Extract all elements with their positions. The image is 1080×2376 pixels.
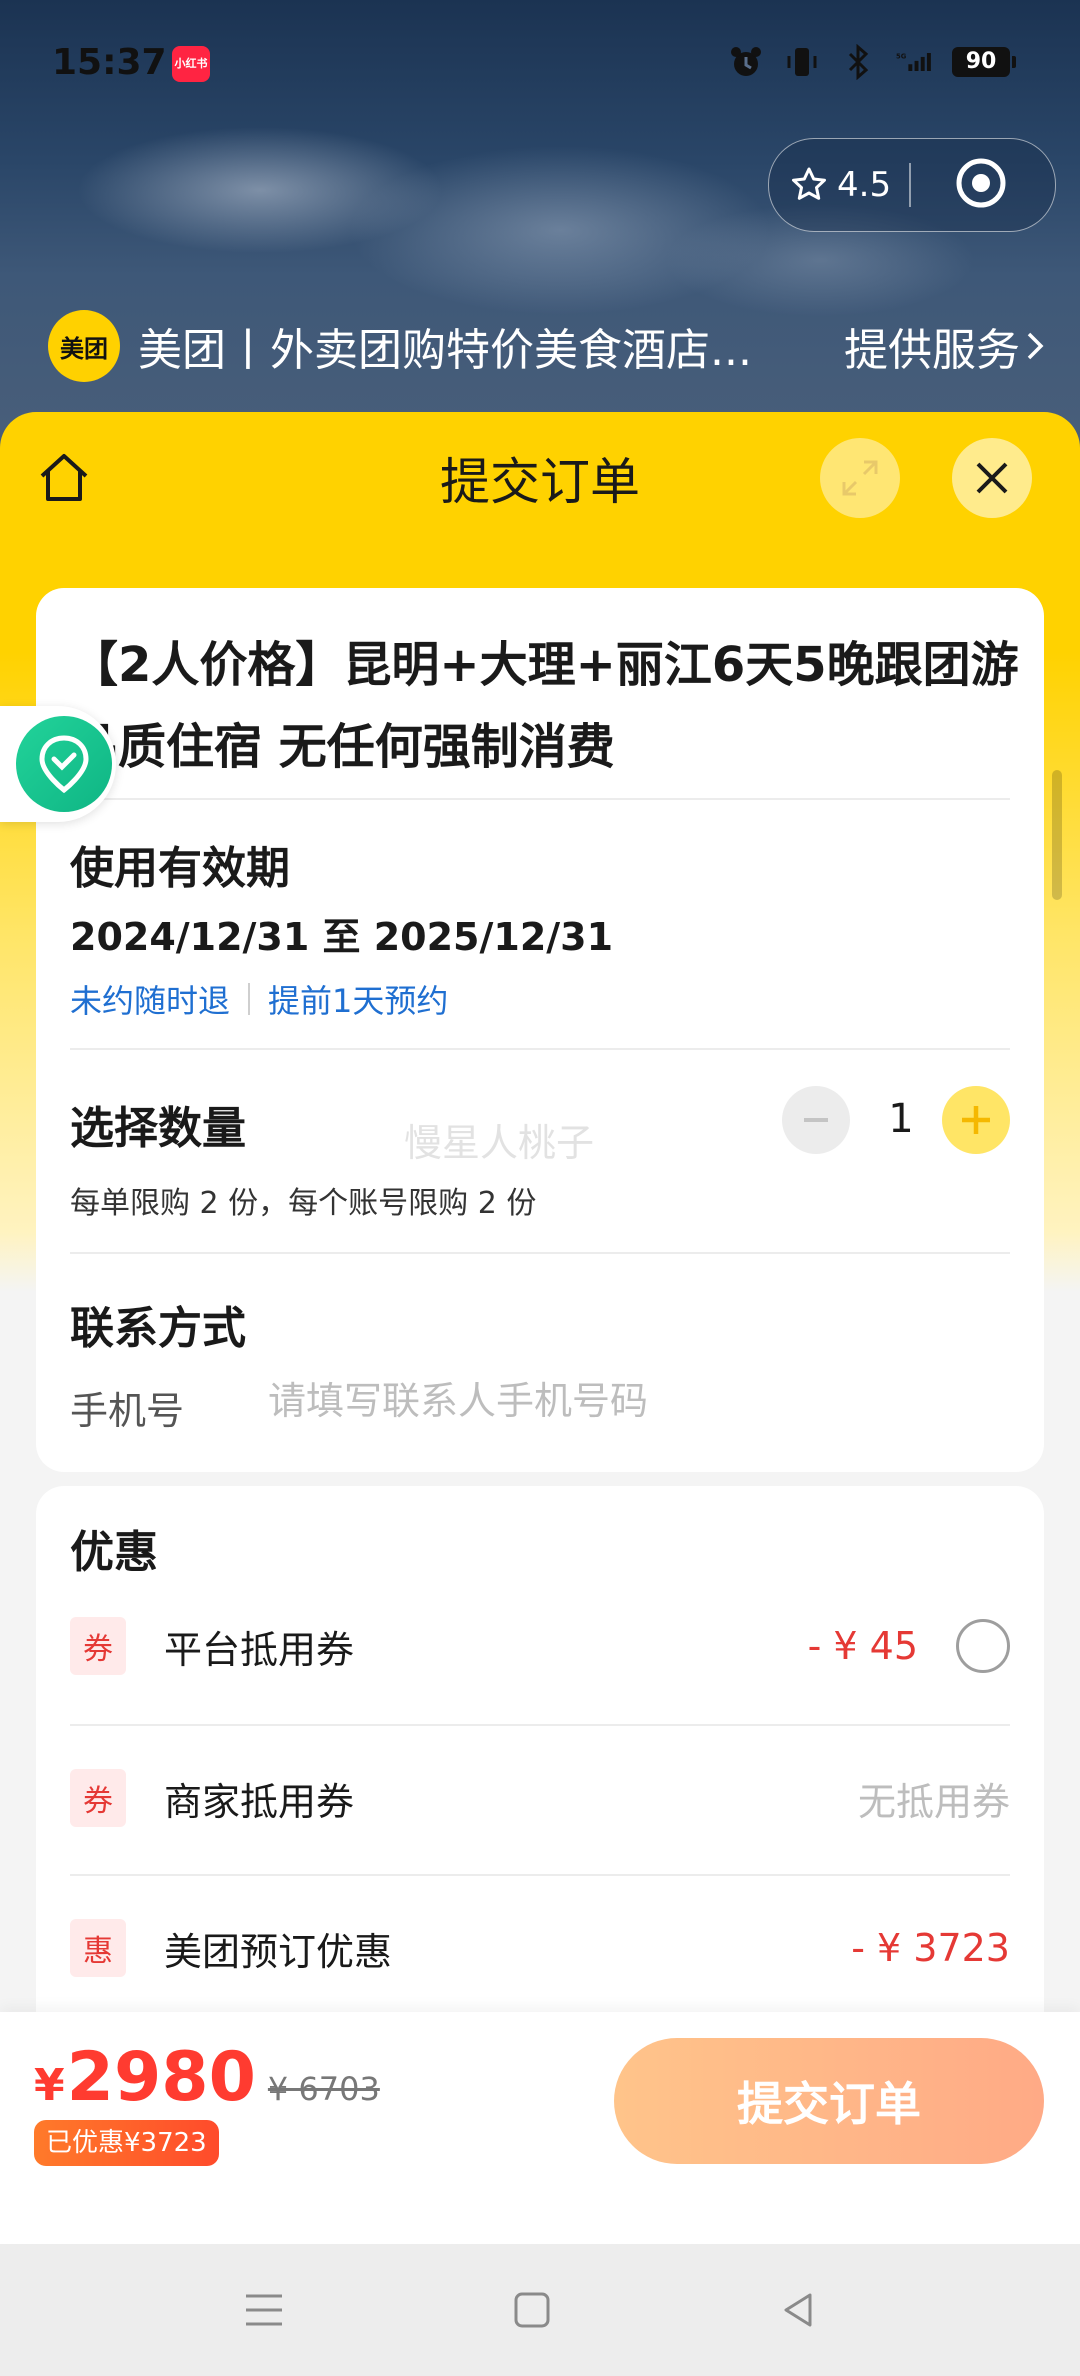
signal-5g-icon: 5G — [896, 44, 932, 80]
contact-heading: 联系方式 — [70, 1303, 246, 1354]
validity-dates: 2024/12/31 至 2025/12/31 — [70, 915, 614, 959]
price-amount: 2980 — [66, 2038, 256, 2117]
home-nav-button[interactable] — [504, 2284, 560, 2336]
sheet-header: 提交订单 — [0, 412, 1080, 552]
discount-tag: 惠 — [70, 1919, 126, 1977]
star-icon — [792, 167, 826, 200]
status-time: 15:37 — [52, 42, 167, 83]
menu-nav-button[interactable] — [236, 2284, 292, 2336]
currency-symbol: ¥ — [34, 2060, 65, 2111]
total-price: ¥ 2980 ¥ 6703 — [34, 2038, 380, 2117]
chevron-right-icon — [1027, 332, 1044, 360]
alarm-icon — [728, 44, 764, 80]
close-icon — [976, 462, 1008, 494]
expand-icon — [842, 460, 878, 496]
vibrate-icon — [784, 44, 820, 80]
booking-discount-label: 美团预订优惠 — [164, 1929, 393, 1974]
divider — [70, 798, 1010, 800]
close-mini-program-button[interactable] — [953, 155, 1009, 215]
platform-coupon-radio[interactable] — [956, 1619, 1010, 1673]
phone-label: 手机号 — [70, 1389, 185, 1433]
divider — [70, 1874, 1010, 1876]
meituan-logo: 美团 — [48, 310, 120, 382]
close-button[interactable] — [952, 438, 1032, 518]
capsule-divider — [909, 163, 912, 207]
back-nav-button[interactable] — [770, 2284, 826, 2336]
system-nav-bar — [0, 2244, 1080, 2376]
sheet-title: 提交订单 — [440, 453, 640, 511]
back-triangle-icon — [784, 2293, 812, 2327]
service-title: 美团丨外卖团购特价美食酒店... — [138, 325, 752, 376]
original-price: ¥ 6703 — [267, 2070, 380, 2108]
square-icon — [514, 2292, 550, 2328]
merchant-coupon-label: 商家抵用券 — [164, 1779, 355, 1824]
submit-order-button[interactable]: 提交订单 — [614, 2038, 1044, 2164]
menu-icon — [246, 2294, 282, 2326]
divider — [70, 1048, 1010, 1050]
xiaohongshu-app-icon: 小红书 — [172, 46, 210, 82]
battery-icon: 90 — [952, 47, 1016, 77]
bluetooth-icon — [840, 44, 876, 80]
platform-coupon-value: - ¥ 45 — [807, 1624, 918, 1668]
phone-input[interactable] — [266, 1370, 970, 1432]
order-sheet: 提交订单 【2人价格】昆明+大理+丽江6天5晚跟团游品质住宿 无任何强制消费 使… — [0, 412, 1080, 2242]
saved-badge: 已优惠¥3723 — [34, 2120, 219, 2166]
purchase-limit: 每单限购 2 份，每个账号限购 2 份 — [70, 1186, 537, 1221]
reservation-policy: 提前1天预约 — [268, 982, 449, 1020]
rating-value: 4.5 — [837, 165, 892, 205]
validity-heading: 使用有效期 — [70, 843, 290, 894]
merchant-coupon-value: 无抵用券 — [857, 1779, 1010, 1824]
coupon-tag: 券 — [70, 1617, 126, 1675]
watermark: 慢星人桃子 — [404, 1121, 595, 1165]
floating-assistant-button[interactable] — [0, 706, 116, 822]
plus-icon — [962, 1106, 990, 1134]
product-card: 【2人价格】昆明+大理+丽江6天5晚跟团游品质住宿 无任何强制消费 使用有效期 … — [36, 588, 1044, 1472]
quantity-value: 1 — [888, 1096, 914, 1142]
merchant-coupon-row[interactable]: 券 商家抵用券 无抵用券 — [70, 1748, 1010, 1848]
provide-service-label: 提供服务 — [844, 325, 1020, 376]
mini-program-capsule: 4.5 — [768, 138, 1056, 232]
service-provider-row[interactable]: 美团 美团丨外卖团购特价美食酒店... 提供服务 — [48, 310, 1048, 382]
assistant-icon — [16, 716, 112, 812]
product-title: 【2人价格】昆明+大理+丽江6天5晚跟团游品质住宿 无任何强制消费 — [70, 637, 1019, 775]
checkout-bar: ¥ 2980 ¥ 6703 已优惠¥3723 提交订单 — [0, 2012, 1080, 2244]
minus-icon — [804, 1118, 828, 1122]
booking-discount-value: - ¥ 3723 — [851, 1926, 1010, 1970]
status-icons: 5G 90 — [728, 44, 1016, 80]
provide-service-link[interactable]: 提供服务 — [844, 314, 1048, 378]
quantity-decrease-button[interactable] — [782, 1086, 850, 1154]
scrollbar[interactable] — [1052, 770, 1062, 900]
svg-text:5G: 5G — [896, 53, 907, 61]
expand-button[interactable] — [820, 438, 900, 518]
target-icon — [956, 158, 1006, 208]
quantity-heading: 选择数量 — [70, 1103, 246, 1154]
meituan-booking-discount-row: 惠 美团预订优惠 - ¥ 3723 — [70, 1898, 1010, 1998]
status-bar: 15:37 小红书 5G 90 — [0, 0, 1080, 130]
quantity-increase-button[interactable] — [942, 1086, 1010, 1154]
platform-coupon-label: 平台抵用券 — [164, 1627, 355, 1672]
coupon-tag: 券 — [70, 1769, 126, 1827]
divider — [70, 1724, 1010, 1726]
discount-heading: 优惠 — [70, 1527, 158, 1578]
booking-policy: 未约随时退 提前1天预约 — [70, 976, 448, 1022]
platform-coupon-row[interactable]: 券 平台抵用券 - ¥ 45 — [70, 1596, 1010, 1696]
policy-divider — [248, 983, 251, 1015]
rating-button[interactable]: 4.5 — [789, 165, 891, 205]
refund-policy: 未约随时退 — [70, 982, 231, 1020]
divider — [70, 1252, 1010, 1254]
